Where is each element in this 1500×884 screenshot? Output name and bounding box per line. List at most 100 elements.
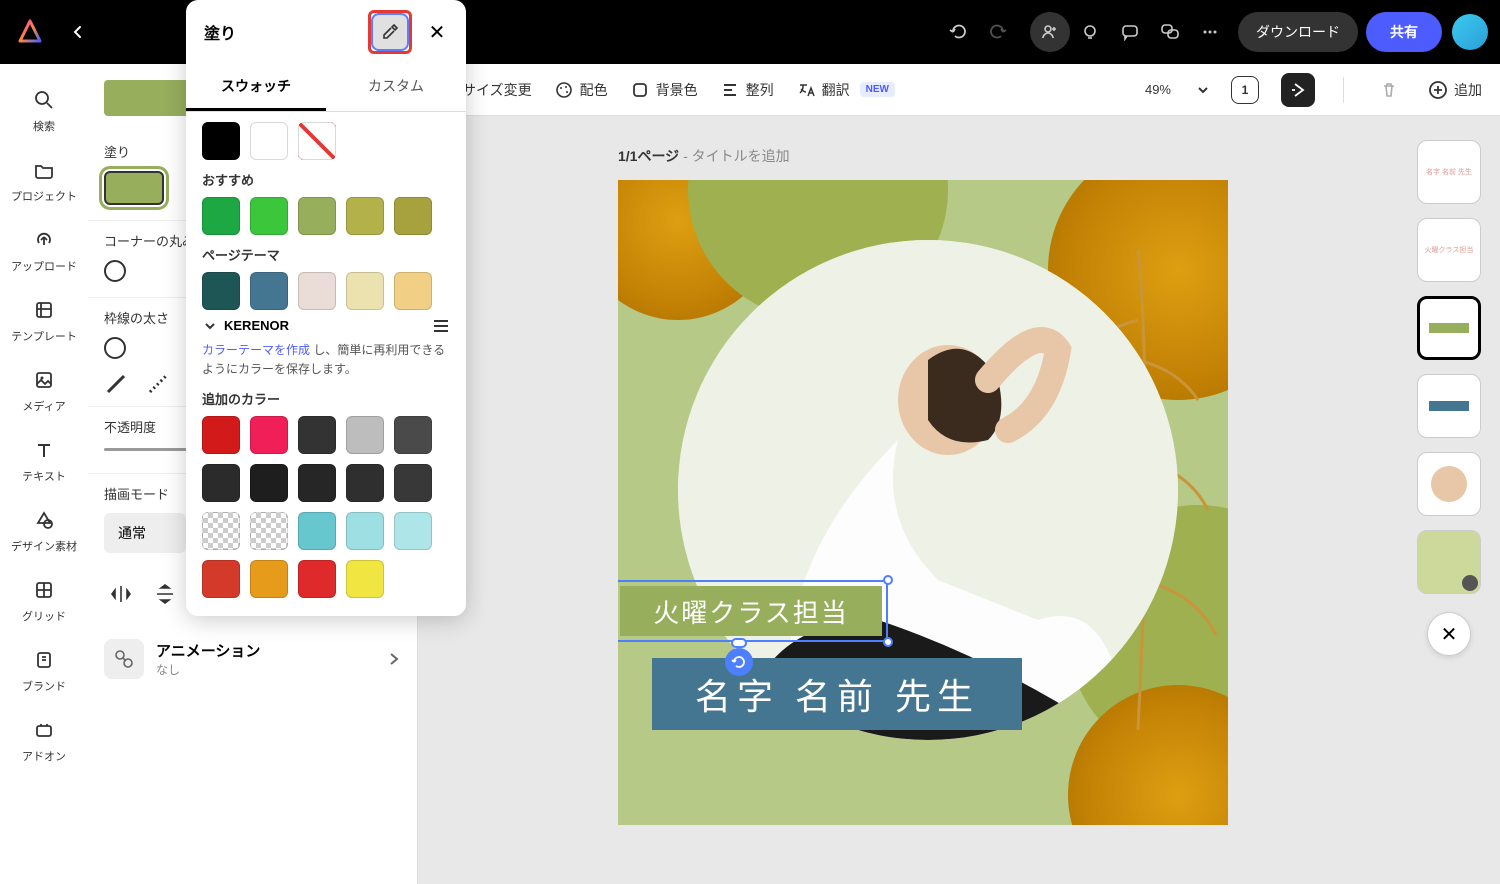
blend-select[interactable]: 通常 — [104, 513, 186, 553]
chevron-down-icon[interactable] — [1197, 84, 1209, 96]
grid-icon — [32, 578, 56, 602]
thumb-class-text[interactable]: 火曜クラス担当 — [1417, 218, 1481, 282]
list-icon[interactable] — [432, 319, 450, 333]
text-icon — [32, 438, 56, 462]
color-swatch[interactable] — [202, 122, 240, 160]
redo-icon[interactable] — [978, 12, 1018, 52]
thumb-photo[interactable] — [1417, 452, 1481, 516]
thumb-pattern[interactable] — [1417, 530, 1481, 594]
color-swatch[interactable] — [346, 512, 384, 550]
more-icon[interactable] — [1190, 12, 1230, 52]
rotate-button[interactable] — [725, 648, 753, 676]
color-swatch[interactable] — [298, 272, 336, 310]
help-lightbulb-icon[interactable] — [1070, 12, 1110, 52]
undo-icon[interactable] — [938, 12, 978, 52]
sidebar-design[interactable]: デザイン素材 — [0, 496, 88, 566]
create-theme-link[interactable]: カラーテーマを作成 — [202, 343, 310, 357]
thumb-blue-bar[interactable] — [1417, 374, 1481, 438]
color-swatch[interactable] — [346, 560, 384, 598]
name-banner[interactable]: 名字 名前 先生 — [652, 658, 1022, 730]
color-swatch[interactable] — [346, 197, 384, 235]
color-swatch[interactable] — [298, 464, 336, 502]
close-button[interactable]: ✕ — [420, 15, 454, 49]
ctx-translate[interactable]: 翻訳NEW — [796, 80, 895, 100]
sidebar-project[interactable]: プロジェクト — [0, 146, 88, 216]
color-swatch[interactable] — [250, 272, 288, 310]
ctx-bg[interactable]: 背景色 — [630, 80, 698, 100]
sidebar-media[interactable]: メディア — [0, 356, 88, 426]
brand-section-toggle[interactable]: KERENOR — [202, 318, 450, 333]
app-logo[interactable] — [12, 14, 48, 50]
page-title[interactable]: 1/1ページ - タイトルを追加 — [418, 116, 1400, 180]
resize-handle-mb[interactable] — [731, 638, 747, 648]
ctx-palette[interactable]: 配色 — [554, 80, 608, 100]
share-button[interactable]: 共有 — [1366, 12, 1442, 52]
sidebar-addon[interactable]: アドオン — [0, 706, 88, 776]
flip-horizontal-icon[interactable] — [104, 577, 138, 611]
sidebar-template[interactable]: テンプレート — [0, 286, 88, 356]
color-swatch[interactable] — [202, 272, 240, 310]
stroke-width-thumb[interactable] — [104, 337, 126, 359]
sidebar-grid[interactable]: グリッド — [0, 566, 88, 636]
color-swatch[interactable] — [298, 560, 336, 598]
color-swatch[interactable] — [250, 197, 288, 235]
left-sidebar: 検索 プロジェクト アップロード テンプレート メディア テキスト デザイン素材… — [0, 64, 88, 884]
view-layers-icon[interactable] — [1281, 73, 1315, 107]
sidebar-search[interactable]: 検索 — [0, 76, 88, 146]
no-color-swatch[interactable] — [298, 122, 336, 160]
color-swatch[interactable] — [298, 416, 336, 454]
selected-banner[interactable]: 火曜クラス担当 — [618, 580, 888, 642]
color-swatch[interactable] — [250, 512, 288, 550]
color-swatch[interactable] — [202, 560, 240, 598]
animation-row[interactable]: アニメーション なし — [88, 625, 417, 693]
eyedropper-button[interactable] — [373, 15, 407, 49]
resize-handle-br[interactable] — [883, 637, 893, 647]
tab-custom[interactable]: カスタム — [326, 64, 466, 111]
color-swatch[interactable] — [202, 512, 240, 550]
thumb-title-text[interactable]: 名字 名前 先生 — [1417, 140, 1481, 204]
color-swatch[interactable] — [202, 197, 240, 235]
corner-radius-thumb[interactable] — [104, 260, 126, 282]
user-avatar[interactable] — [1452, 14, 1488, 50]
sidebar-brand[interactable]: ブランド — [0, 636, 88, 706]
media-icon — [32, 368, 56, 392]
stroke-solid-icon[interactable] — [104, 372, 128, 396]
zoom-level[interactable]: 49% — [1145, 82, 1171, 97]
color-swatch[interactable] — [346, 272, 384, 310]
download-button[interactable]: ダウンロード — [1238, 12, 1358, 52]
thumb-green-bar[interactable] — [1417, 296, 1481, 360]
ctx-add[interactable]: 追加 — [1428, 80, 1482, 100]
canvas-area[interactable]: 1/1ページ - タイトルを追加 名字 名前 先生 火曜クラス担当 — [418, 116, 1400, 884]
color-swatch[interactable] — [394, 464, 432, 502]
ctx-align[interactable]: 整列 — [720, 80, 774, 100]
invite-icon[interactable] — [1030, 12, 1070, 52]
chat-bubbles-icon[interactable] — [1150, 12, 1190, 52]
artboard[interactable]: 名字 名前 先生 火曜クラス担当 — [618, 180, 1228, 825]
fill-swatch[interactable] — [104, 171, 164, 205]
comment-icon[interactable] — [1110, 12, 1150, 52]
color-swatch[interactable] — [394, 416, 432, 454]
color-swatch[interactable] — [394, 272, 432, 310]
delete-icon[interactable] — [1372, 73, 1406, 107]
page-count-icon[interactable]: 1 — [1231, 76, 1259, 104]
sidebar-text[interactable]: テキスト — [0, 426, 88, 496]
color-swatch[interactable] — [250, 122, 288, 160]
color-swatch[interactable] — [250, 416, 288, 454]
color-swatch[interactable] — [202, 464, 240, 502]
color-swatch[interactable] — [346, 464, 384, 502]
color-swatch[interactable] — [394, 197, 432, 235]
color-swatch[interactable] — [346, 416, 384, 454]
sidebar-upload[interactable]: アップロード — [0, 216, 88, 286]
color-swatch[interactable] — [394, 512, 432, 550]
back-button[interactable] — [60, 14, 96, 50]
resize-handle-tr[interactable] — [883, 575, 893, 585]
color-swatch[interactable] — [202, 416, 240, 454]
tab-swatch[interactable]: スウォッチ — [186, 64, 326, 111]
stroke-dotted-icon[interactable] — [146, 372, 170, 396]
color-swatch[interactable] — [298, 512, 336, 550]
close-thumbs-button[interactable]: ✕ — [1427, 612, 1471, 656]
color-swatch[interactable] — [250, 560, 288, 598]
color-swatch[interactable] — [298, 197, 336, 235]
flip-vertical-icon[interactable] — [148, 577, 182, 611]
color-swatch[interactable] — [250, 464, 288, 502]
